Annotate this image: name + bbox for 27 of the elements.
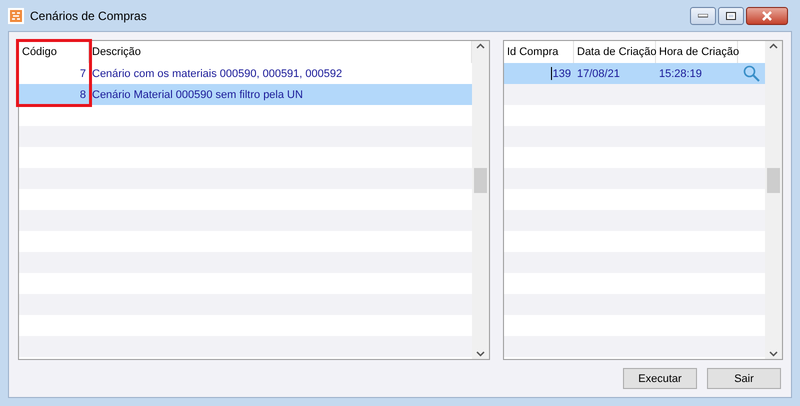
table-row[interactable]: 139 17/08/21 15:28:19: [504, 63, 765, 84]
scroll-up-icon[interactable]: [476, 43, 485, 49]
maximize-icon: [726, 12, 736, 20]
action-button[interactable]: Sair: [707, 368, 781, 389]
scrollbar-thumb[interactable]: [767, 168, 780, 192]
action-button[interactable]: Executar: [623, 368, 697, 389]
table-cell-text: 17/08/21: [576, 66, 621, 82]
column-header[interactable]: Código: [19, 41, 89, 63]
maximize-button[interactable]: [718, 6, 744, 24]
app-icon: [8, 8, 24, 24]
minimize-icon: [698, 14, 708, 18]
close-button[interactable]: [746, 6, 788, 24]
table-cell-text: 7: [78, 66, 87, 82]
scrollbar-thumb[interactable]: [474, 168, 487, 192]
table-cell-text: 8: [78, 88, 87, 102]
table-cell-text: 139: [550, 66, 572, 82]
table-row[interactable]: 7 Cenário com os materiais 000590, 000591, 000592: [19, 63, 472, 84]
table-cell-text: 15:28:19: [658, 66, 703, 82]
scroll-up-icon[interactable]: [769, 43, 778, 49]
minimize-button[interactable]: [690, 6, 716, 24]
table-row[interactable]: 8 Cenário Material 000590 sem filtro pela UN: [19, 84, 472, 105]
window-title: Cenários de Compras: [30, 8, 148, 22]
scroll-down-icon[interactable]: [769, 351, 778, 357]
scroll-down-icon[interactable]: [476, 351, 485, 357]
table-cell-text: Cenário Material 000590 sem filtro pela UN: [91, 88, 304, 102]
table-cell-text: Cenário com os materiais 000590, 000591, 000592: [91, 66, 344, 82]
close-icon: [761, 10, 773, 20]
